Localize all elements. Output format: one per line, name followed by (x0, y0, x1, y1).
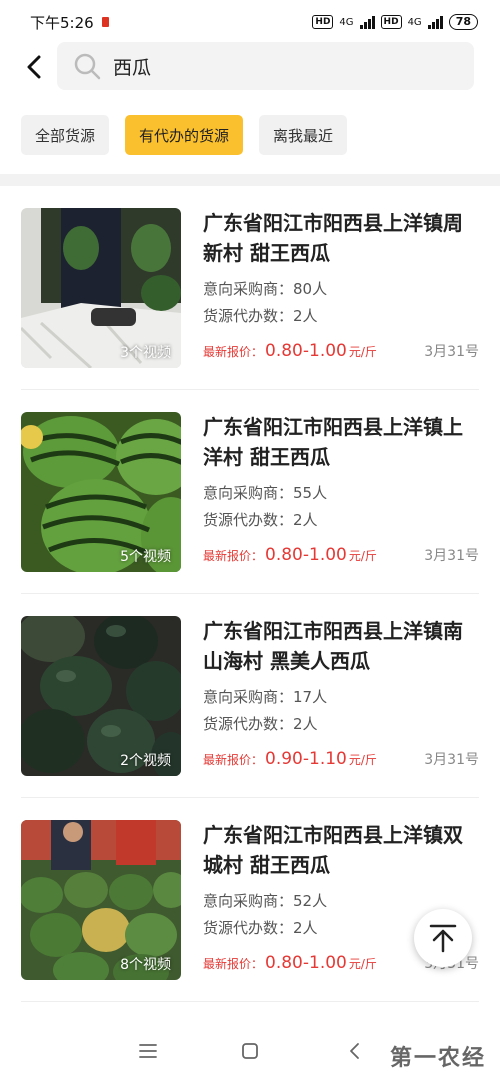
listing-thumbnail[interactable]: 3个视频 (21, 208, 181, 368)
agent-count: 货源代办数：2人 (203, 307, 318, 325)
home-square-icon[interactable] (239, 1040, 261, 1062)
back-to-top-button[interactable] (414, 909, 472, 967)
signal-icon (359, 15, 375, 29)
price-row: 最新报价： 0.80-1.00 元/斤 3月31号 (203, 545, 479, 565)
video-count: 2个视频 (120, 753, 171, 769)
search-header (0, 40, 500, 94)
buyer-count: 意向采购商：80人 (203, 280, 328, 298)
status-right: HD 4G HD 4G 78 (312, 14, 478, 30)
filter-with-agent[interactable]: 有代办的货源 (125, 115, 244, 155)
list-item[interactable]: 3个视频 广东省阳江市阳西县上洋镇周新村 甜王西瓜 意向采购商：80人 货源代办… (21, 186, 479, 390)
listing-date: 3月31号 (424, 752, 479, 768)
agent-count: 货源代办数：2人 (203, 919, 318, 937)
agent-count: 货源代办数：2人 (203, 511, 318, 529)
listing-date: 3月31号 (424, 548, 479, 564)
menu-icon[interactable] (137, 1040, 159, 1062)
price-label: 最新报价： (203, 753, 264, 767)
listing-title: 广东省阳江市阳西县上洋镇上洋村 甜王西瓜 (203, 415, 463, 469)
price-value: 0.80-1.00 (265, 545, 347, 565)
price-unit: 元/斤 (348, 753, 377, 767)
chevron-left-icon (27, 55, 41, 79)
list-item[interactable]: 2个视频 广东省阳江市阳西县上洋镇南山海村 黑美人西瓜 意向采购商：17人 货源… (21, 594, 479, 798)
price-row: 最新报价： 0.80-1.00 元/斤 3月31号 (203, 341, 479, 361)
price-unit: 元/斤 (348, 549, 377, 563)
price-value: 0.80-1.00 (265, 953, 347, 973)
listing-title: 广东省阳江市阳西县上洋镇南山海村 黑美人西瓜 (203, 619, 463, 673)
network-type-1: 4G (339, 16, 354, 28)
battery-icon: 78 (448, 14, 478, 30)
price-value: 0.80-1.00 (265, 341, 347, 361)
recording-icon (101, 17, 109, 27)
search-box[interactable] (57, 42, 474, 90)
listing-thumbnail[interactable]: 8个视频 (21, 820, 181, 980)
listing-list: 3个视频 广东省阳江市阳西县上洋镇周新村 甜王西瓜 意向采购商：80人 货源代办… (0, 186, 500, 1002)
filter-all-sources[interactable]: 全部货源 (21, 115, 110, 155)
price-label: 最新报价： (203, 957, 264, 971)
listing-title: 广东省阳江市阳西县上洋镇双城村 甜王西瓜 (203, 823, 463, 877)
price-label: 最新报价： (203, 345, 264, 359)
network-type-2: 4G (407, 16, 422, 28)
search-input[interactable] (111, 54, 455, 78)
watermark-logo: 第一农经 (389, 1046, 486, 1071)
listing-thumbnail[interactable]: 2个视频 (21, 616, 181, 776)
listing-title: 广东省阳江市阳西县上洋镇周新村 甜王西瓜 (203, 211, 463, 265)
buyer-count: 意向采购商：17人 (203, 688, 328, 706)
video-count: 8个视频 (120, 957, 171, 973)
buyer-count: 意向采购商：52人 (203, 892, 328, 910)
listing-date: 3月31号 (424, 344, 479, 360)
search-icon (74, 53, 101, 80)
hd-icon: HD (312, 15, 334, 29)
signal-icon-2 (427, 15, 443, 29)
list-item[interactable]: 5个视频 广东省阳江市阳西县上洋镇上洋村 甜王西瓜 意向采购商：55人 货源代办… (21, 390, 479, 594)
price-value: 0.90-1.10 (265, 749, 347, 769)
video-count: 5个视频 (120, 549, 171, 565)
arrow-to-top-icon (429, 924, 457, 953)
filter-nearest[interactable]: 离我最近 (259, 115, 348, 155)
listing-thumbnail[interactable]: 5个视频 (21, 412, 181, 572)
filter-bar: 全部货源 有代办的货源 离我最近 (21, 115, 348, 155)
price-row: 最新报价： 0.90-1.10 元/斤 3月31号 (203, 749, 479, 769)
back-triangle-icon[interactable] (344, 1040, 366, 1062)
section-divider (0, 174, 500, 186)
agent-count: 货源代办数：2人 (203, 715, 318, 733)
video-count: 3个视频 (120, 345, 171, 361)
status-bar: 下午5:26 HD 4G HD 4G 78 (0, 0, 500, 44)
hd-icon-2: HD (380, 15, 402, 29)
status-left: 下午5:26 (30, 12, 109, 33)
price-unit: 元/斤 (348, 345, 377, 359)
price-label: 最新报价： (203, 549, 264, 563)
list-item[interactable]: 8个视频 广东省阳江市阳西县上洋镇双城村 甜王西瓜 意向采购商：52人 货源代办… (21, 798, 479, 1002)
back-button[interactable] (20, 53, 48, 81)
price-unit: 元/斤 (348, 957, 377, 971)
status-time: 下午5:26 (30, 13, 94, 32)
buyer-count: 意向采购商：55人 (203, 484, 328, 502)
